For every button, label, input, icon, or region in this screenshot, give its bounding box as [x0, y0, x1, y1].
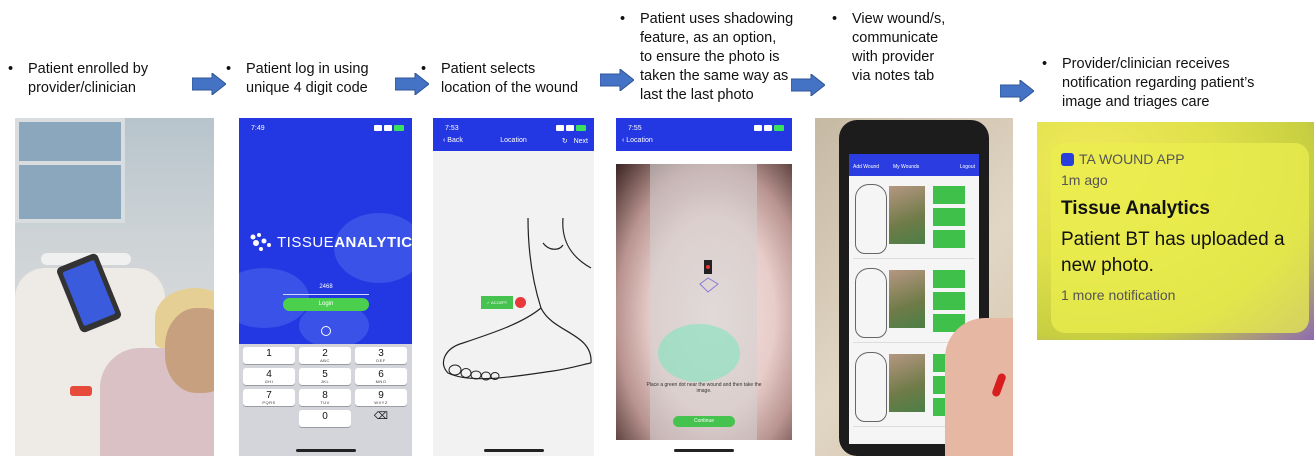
notification-app-name: TA WOUND APP — [1079, 151, 1185, 167]
shadow-overlay — [650, 164, 757, 440]
row-action-button[interactable] — [933, 270, 965, 288]
home-indicator — [483, 449, 544, 452]
key-9[interactable]: 9 WXYZ — [355, 389, 407, 406]
step-2-text: Patient log in using unique 4 digit code — [246, 61, 369, 96]
login-screen: 7:49 TISSUEANALYTICS 2468 Login 1 2ABC 3… — [239, 118, 412, 456]
step-4-caption: • Patient uses shadowing feature, as an … — [620, 10, 820, 105]
code-field[interactable]: 2468 — [283, 284, 369, 290]
bullet: • — [1042, 56, 1048, 72]
key-6[interactable]: 6 MNO — [355, 368, 407, 385]
flow-arrow-4 — [791, 74, 825, 96]
bullet: • — [8, 61, 14, 77]
step-1-caption: • Patient enrolled by provider/clinician — [8, 60, 208, 98]
login-button[interactable]: Login — [283, 298, 369, 311]
bullet: • — [832, 11, 838, 27]
flow-arrow-2 — [395, 73, 429, 95]
next-button[interactable]: ↻ Next — [562, 137, 588, 145]
my-wounds-tab[interactable]: My Wounds — [893, 164, 919, 170]
logo-text: TISSUEANALYTICS — [277, 234, 412, 251]
foot-thumbnail — [855, 352, 887, 422]
notification-screenshot: TA WOUND APP 1m ago Tissue Analytics Pat… — [1037, 122, 1314, 340]
wounds-list-photo: Add Wound My Wounds Logout — [815, 118, 1013, 456]
logout-button[interactable]: Logout — [960, 164, 975, 170]
foot-diagram — [442, 217, 592, 381]
row-action-button[interactable] — [933, 186, 965, 204]
notification-time: 1m ago — [1061, 172, 1108, 188]
key-4[interactable]: 4 GHI — [243, 368, 295, 385]
home-indicator — [674, 449, 734, 452]
patient-head — [165, 308, 214, 393]
status-icons — [374, 125, 404, 132]
wound-thumbnail — [889, 186, 925, 244]
flow-arrow-3 — [600, 69, 634, 91]
wounds-header: Add Wound My Wounds Logout — [849, 154, 979, 176]
step-5-text: View wound/s, communicate with provider … — [852, 11, 946, 84]
status-time: 7:53 — [445, 125, 459, 132]
camera-nav: ‹ Location — [616, 134, 792, 150]
step-2-caption: • Patient log in using unique 4 digit co… — [226, 60, 416, 98]
patient-enrollment-photo — [15, 118, 214, 456]
more-notifications[interactable]: 1 more notification — [1061, 287, 1175, 303]
home-indicator — [295, 449, 356, 452]
notification-body: Patient BT has uploaded a new photo. — [1061, 229, 1285, 276]
refresh-icon[interactable]: ↻ — [562, 138, 568, 145]
flow-arrow-5 — [1000, 80, 1034, 102]
foot-thumbnail — [855, 184, 887, 254]
holding-hand — [945, 318, 1013, 456]
wound-row[interactable] — [853, 180, 975, 259]
add-wound-tab[interactable]: Add Wound — [853, 164, 879, 170]
step-3-text: Patient selects location of the wound — [441, 61, 579, 96]
row-action-button[interactable] — [933, 208, 965, 226]
status-icons — [556, 125, 586, 132]
logo-mark-icon — [250, 233, 271, 251]
step-6-caption: • Provider/clinician receives notificati… — [1042, 55, 1307, 112]
next-label: Next — [573, 138, 588, 145]
key-0[interactable]: 0 — [299, 410, 351, 427]
wristband — [70, 386, 92, 396]
camera-instruction: Place a green dot near the wound and the… — [646, 382, 762, 394]
info-icon[interactable] — [321, 326, 331, 336]
key-2[interactable]: 2 ABC — [299, 347, 351, 364]
wound-thumbnail — [889, 354, 925, 412]
step-6-text: Provider/clinician receives notification… — [1062, 56, 1255, 110]
location-nav: ‹ Back Location ↻ Next — [433, 134, 594, 150]
location-screen: 7:53 ‹ Back Location ↻ Next ✓ ACCEPT — [433, 118, 594, 456]
back-to-location-button[interactable]: ‹ Location — [622, 137, 653, 144]
camera-screen: 7:55 ‹ Location Place a green dot near t… — [616, 118, 792, 456]
row-action-button[interactable] — [933, 292, 965, 310]
foot-thumbnail — [855, 268, 887, 338]
status-time: 7:49 — [251, 125, 265, 132]
hospital-window — [15, 118, 125, 223]
step-3-caption: • Patient selects location of the wound — [421, 60, 611, 98]
delete-key-icon[interactable]: ⌫ — [355, 410, 407, 427]
tissue-analytics-logo: TISSUEANALYTICS — [249, 231, 412, 253]
wound-target-icon — [699, 260, 719, 293]
status-icons — [754, 125, 784, 132]
key-1[interactable]: 1 — [243, 347, 295, 364]
notification-title: Tissue Analytics — [1061, 198, 1210, 219]
status-time: 7:55 — [628, 125, 642, 132]
wound-thumbnail — [889, 270, 925, 328]
bullet: • — [620, 11, 626, 27]
bullet: • — [226, 61, 232, 77]
key-7[interactable]: 7 PQRS — [243, 389, 295, 406]
step-4-text: Patient uses shadowing feature, as an op… — [640, 11, 794, 103]
accept-button[interactable]: ✓ ACCEPT — [481, 296, 513, 309]
step-5-caption: • View wound/s, communicate with provide… — [832, 10, 992, 86]
key-3[interactable]: 3 DEF — [355, 347, 407, 364]
row-action-button[interactable] — [933, 230, 965, 248]
flow-arrow-1 — [192, 73, 226, 95]
wound-location-marker[interactable] — [515, 297, 526, 308]
notification-card[interactable]: TA WOUND APP 1m ago Tissue Analytics Pat… — [1051, 143, 1309, 333]
camera-viewfinder[interactable]: Place a green dot near the wound and the… — [616, 164, 792, 440]
step-1-text: Patient enrolled by provider/clinician — [28, 61, 149, 96]
app-icon — [1061, 153, 1074, 166]
continue-button[interactable]: Continue — [673, 416, 735, 427]
key-5[interactable]: 5 JKL — [299, 368, 351, 385]
key-8[interactable]: 8 TUV — [299, 389, 351, 406]
green-dot-highlight — [658, 324, 740, 382]
numeric-keypad: 1 2 ABC 3 DEF 4 GHI 5 JKL 6 MNO 7 PQRS 8 TUV 9W… — [239, 344, 412, 456]
